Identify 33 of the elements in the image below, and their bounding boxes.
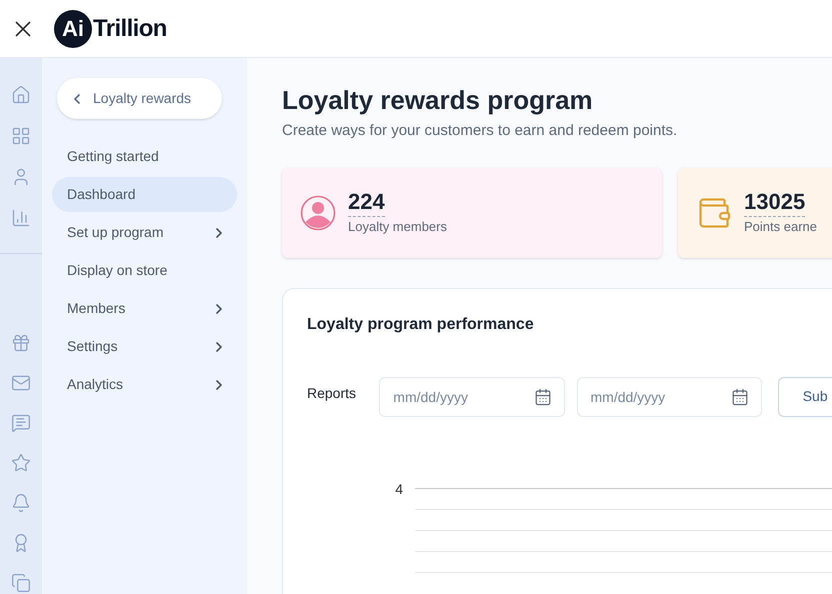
sidebar-item[interactable]: Settings	[52, 329, 237, 364]
axis-tick-label: 4	[394, 480, 404, 498]
stat-value: 13025	[744, 188, 806, 218]
date-field[interactable]: mm/dd/yyyy	[379, 376, 564, 416]
back-button[interactable]: Loyalty rewards	[57, 78, 222, 119]
home-icon[interactable]	[10, 84, 32, 106]
sidebar-item[interactable]: Getting started	[52, 139, 237, 174]
user-avatar-icon	[300, 194, 336, 230]
sidebar-item[interactable]: Analytics	[52, 367, 237, 402]
date-field[interactable]: mm/dd/yyyy	[576, 376, 762, 416]
star-icon[interactable]	[10, 452, 32, 474]
logo-mark: Ai	[54, 10, 92, 48]
sidebar-item[interactable]: Dashboard	[52, 177, 237, 212]
message-icon[interactable]	[10, 412, 32, 434]
grid-icon[interactable]	[10, 125, 32, 147]
submit-button[interactable]: Sub	[778, 376, 832, 416]
chart-icon[interactable]	[10, 207, 32, 229]
reports-label: Reports	[307, 384, 358, 403]
sidebar-item[interactable]: Display on store	[52, 253, 237, 288]
bell-icon[interactable]	[10, 492, 32, 514]
panel-title: Loyalty program performance	[307, 314, 535, 334]
stat-label: Points earne	[744, 218, 817, 236]
calendar-icon[interactable]	[534, 388, 552, 406]
copy-icon[interactable]	[10, 572, 32, 594]
sidebar-item[interactable]: Set up program	[52, 215, 237, 250]
page-title: Loyalty rewards program	[282, 84, 594, 117]
logo-text: Trillion	[93, 14, 167, 44]
stat-value: 224	[348, 188, 385, 218]
gift-icon[interactable]	[10, 332, 32, 354]
calendar-icon[interactable]	[730, 388, 749, 406]
stat-label: Loyalty members	[348, 218, 447, 236]
sidebar-item[interactable]: Members	[52, 291, 237, 326]
page-subtitle: Create ways for your customers to earn and redeem points.	[282, 121, 678, 141]
